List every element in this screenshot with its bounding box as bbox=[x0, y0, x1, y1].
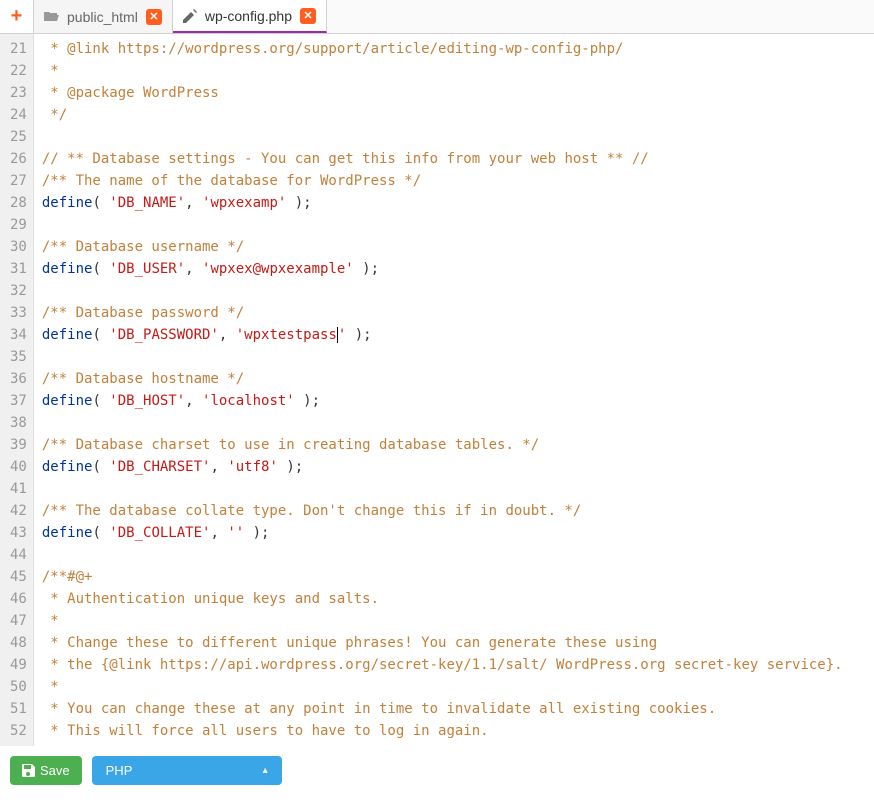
code-line[interactable]: define( 'DB_NAME', 'wpxexamp' ); bbox=[42, 192, 866, 214]
line-number: 41 bbox=[10, 478, 27, 500]
code-line[interactable] bbox=[42, 544, 866, 566]
code-line[interactable]: * Authentication unique keys and salts. bbox=[42, 588, 866, 610]
line-number: 28 bbox=[10, 192, 27, 214]
line-number: 49 bbox=[10, 654, 27, 676]
line-number: 52 bbox=[10, 720, 27, 742]
code-line[interactable]: define( 'DB_CHARSET', 'utf8' ); bbox=[42, 456, 866, 478]
code-line[interactable]: define( 'DB_USER', 'wpxex@wpxexample' ); bbox=[42, 258, 866, 280]
code-line[interactable]: * bbox=[42, 610, 866, 632]
line-number: 39 bbox=[10, 434, 27, 456]
line-number: 44 bbox=[10, 544, 27, 566]
line-number: 21 bbox=[10, 38, 27, 60]
tab-public-html[interactable]: public_html ✕ bbox=[34, 0, 173, 33]
line-number: 47 bbox=[10, 610, 27, 632]
line-gutter: 2122232425262728293031323334353637383940… bbox=[0, 34, 34, 746]
code-line[interactable]: * You can change these at any point in t… bbox=[42, 698, 866, 720]
close-icon[interactable]: ✕ bbox=[300, 8, 316, 24]
code-line[interactable]: /** Database hostname */ bbox=[42, 368, 866, 390]
save-icon bbox=[22, 764, 35, 777]
line-number: 31 bbox=[10, 258, 27, 280]
line-number: 23 bbox=[10, 82, 27, 104]
line-number: 29 bbox=[10, 214, 27, 236]
code-line[interactable]: /** The database collate type. Don't cha… bbox=[42, 500, 866, 522]
line-number: 32 bbox=[10, 280, 27, 302]
code-line[interactable]: * Change these to different unique phras… bbox=[42, 632, 866, 654]
code-line[interactable]: /** The name of the database for WordPre… bbox=[42, 170, 866, 192]
code-line[interactable] bbox=[42, 478, 866, 500]
code-line[interactable] bbox=[42, 126, 866, 148]
code-line[interactable] bbox=[42, 412, 866, 434]
line-number: 35 bbox=[10, 346, 27, 368]
code-line[interactable]: * the {@link https://api.wordpress.org/s… bbox=[42, 654, 866, 676]
line-number: 48 bbox=[10, 632, 27, 654]
line-number: 26 bbox=[10, 148, 27, 170]
code-line[interactable]: /**#@+ bbox=[42, 566, 866, 588]
line-number: 33 bbox=[10, 302, 27, 324]
line-number: 27 bbox=[10, 170, 27, 192]
line-number: 43 bbox=[10, 522, 27, 544]
line-number: 25 bbox=[10, 126, 27, 148]
code-line[interactable]: * @package WordPress bbox=[42, 82, 866, 104]
line-number: 30 bbox=[10, 236, 27, 258]
language-select[interactable]: PHP ▴ bbox=[92, 756, 282, 785]
code-line[interactable] bbox=[42, 346, 866, 368]
line-number: 50 bbox=[10, 676, 27, 698]
code-line[interactable]: // ** Database settings - You can get th… bbox=[42, 148, 866, 170]
code-line[interactable]: * @link https://wordpress.org/support/ar… bbox=[42, 38, 866, 60]
line-number: 34 bbox=[10, 324, 27, 346]
tab-bar: + public_html ✕ wp-config.php ✕ bbox=[0, 0, 874, 34]
code-line[interactable]: define( 'DB_PASSWORD', 'wpxtestpass' ); bbox=[42, 324, 866, 346]
caret-up-icon: ▴ bbox=[263, 765, 268, 776]
code-area[interactable]: * @link https://wordpress.org/support/ar… bbox=[34, 34, 874, 746]
edit-icon bbox=[183, 9, 197, 23]
line-number: 37 bbox=[10, 390, 27, 412]
close-icon[interactable]: ✕ bbox=[146, 9, 162, 25]
editor-footer: Save PHP ▴ bbox=[0, 746, 874, 795]
line-number: 22 bbox=[10, 60, 27, 82]
code-line[interactable]: define( 'DB_HOST', 'localhost' ); bbox=[42, 390, 866, 412]
code-line[interactable]: * This will force all users to have to l… bbox=[42, 720, 866, 742]
line-number: 38 bbox=[10, 412, 27, 434]
code-line[interactable]: /** Database password */ bbox=[42, 302, 866, 324]
code-line[interactable]: /** Database username */ bbox=[42, 236, 866, 258]
save-button[interactable]: Save bbox=[10, 756, 82, 785]
line-number: 40 bbox=[10, 456, 27, 478]
tab-wp-config[interactable]: wp-config.php ✕ bbox=[173, 0, 327, 33]
tab-label: wp-config.php bbox=[205, 8, 292, 24]
line-number: 24 bbox=[10, 104, 27, 126]
folder-open-icon bbox=[44, 10, 59, 23]
code-line[interactable]: */ bbox=[42, 104, 866, 126]
code-line[interactable] bbox=[42, 214, 866, 236]
code-line[interactable]: define( 'DB_COLLATE', '' ); bbox=[42, 522, 866, 544]
line-number: 51 bbox=[10, 698, 27, 720]
tab-label: public_html bbox=[67, 9, 138, 25]
new-tab-button[interactable]: + bbox=[0, 0, 34, 33]
line-number: 45 bbox=[10, 566, 27, 588]
code-editor[interactable]: 2122232425262728293031323334353637383940… bbox=[0, 34, 874, 746]
code-line[interactable]: * bbox=[42, 676, 866, 698]
line-number: 42 bbox=[10, 500, 27, 522]
code-line[interactable]: /** Database charset to use in creating … bbox=[42, 434, 866, 456]
save-label: Save bbox=[40, 763, 70, 778]
code-line[interactable]: * bbox=[42, 60, 866, 82]
code-line[interactable] bbox=[42, 280, 866, 302]
line-number: 36 bbox=[10, 368, 27, 390]
language-label: PHP bbox=[106, 763, 133, 778]
line-number: 46 bbox=[10, 588, 27, 610]
